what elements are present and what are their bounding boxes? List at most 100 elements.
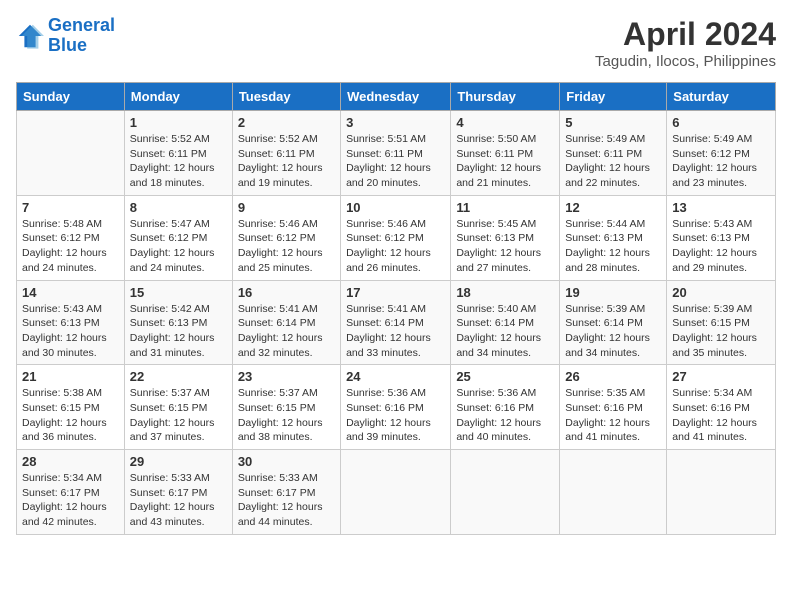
calendar-cell: 23 Sunrise: 5:37 AM Sunset: 6:15 PM Dayli… — [232, 365, 340, 450]
day-info: Sunrise: 5:35 AM Sunset: 6:16 PM Dayligh… — [565, 386, 661, 445]
calendar-cell — [341, 450, 451, 535]
calendar-cell: 1Sunrise: 5:52 AM Sunset: 6:11 PM Daylig… — [124, 111, 232, 196]
day-number: 24 — [346, 369, 445, 384]
calendar-cell — [451, 450, 560, 535]
day-info: Sunrise: 5:33 AM Sunset: 6:17 PM Dayligh… — [238, 471, 335, 530]
calendar-cell: 13 Sunrise: 5:43 AM Sunset: 6:13 PM Dayli… — [667, 195, 776, 280]
calendar-cell: 18 Sunrise: 5:40 AM Sunset: 6:14 PM Dayli… — [451, 280, 560, 365]
calendar-cell: 3 Sunrise: 5:51 AM Sunset: 6:11 PM Daylig… — [341, 111, 451, 196]
day-number: 21 — [22, 369, 119, 384]
day-number: 6 — [672, 115, 770, 130]
day-number: 30 — [238, 454, 335, 469]
day-number: 2 — [238, 115, 335, 130]
day-info: Sunrise: 5:33 AM Sunset: 6:17 PM Dayligh… — [130, 471, 227, 530]
day-info: Sunrise: 5:44 AM Sunset: 6:13 PM Dayligh… — [565, 217, 661, 276]
day-info: Sunrise: 5:36 AM Sunset: 6:16 PM Dayligh… — [456, 386, 554, 445]
day-number: 12 — [565, 200, 661, 215]
calendar-cell: 11 Sunrise: 5:45 AM Sunset: 6:13 PM Dayli… — [451, 195, 560, 280]
day-number: 14 — [22, 285, 119, 300]
day-info: Sunrise: 5:37 AM Sunset: 6:15 PM Dayligh… — [238, 386, 335, 445]
calendar-cell: 4Sunrise: 5:50 AM Sunset: 6:11 PM Daylig… — [451, 111, 560, 196]
day-number: 13 — [672, 200, 770, 215]
day-info: Sunrise: 5:41 AM Sunset: 6:14 PM Dayligh… — [346, 302, 445, 361]
month-title: April 2024 — [595, 16, 776, 53]
calendar-cell: 19 Sunrise: 5:39 AM Sunset: 6:14 PM Dayli… — [560, 280, 667, 365]
weekday-header-saturday: Saturday — [667, 83, 776, 111]
calendar-cell: 9Sunrise: 5:46 AM Sunset: 6:12 PM Daylig… — [232, 195, 340, 280]
day-number: 5 — [565, 115, 661, 130]
day-info: Sunrise: 5:43 AM Sunset: 6:13 PM Dayligh… — [672, 217, 770, 276]
day-info: Sunrise: 5:34 AM Sunset: 6:17 PM Dayligh… — [22, 471, 119, 530]
calendar-cell: 16Sunrise: 5:41 AM Sunset: 6:14 PM Dayli… — [232, 280, 340, 365]
day-info: Sunrise: 5:36 AM Sunset: 6:16 PM Dayligh… — [346, 386, 445, 445]
calendar-cell: 8 Sunrise: 5:47 AM Sunset: 6:12 PM Daylig… — [124, 195, 232, 280]
day-number: 19 — [565, 285, 661, 300]
weekday-header-monday: Monday — [124, 83, 232, 111]
weekday-header-wednesday: Wednesday — [341, 83, 451, 111]
day-number: 7 — [22, 200, 119, 215]
page-header: General Blue April 2024 Tagudin, Ilocos,… — [16, 16, 776, 70]
calendar-cell: 22 Sunrise: 5:37 AM Sunset: 6:15 PM Dayli… — [124, 365, 232, 450]
day-info: Sunrise: 5:34 AM Sunset: 6:16 PM Dayligh… — [672, 386, 770, 445]
day-info: Sunrise: 5:46 AM Sunset: 6:12 PM Dayligh… — [238, 217, 335, 276]
calendar-cell: 27 Sunrise: 5:34 AM Sunset: 6:16 PM Dayli… — [667, 365, 776, 450]
title-block: April 2024 Tagudin, Ilocos, Philippines — [595, 16, 776, 70]
calendar-cell: 10 Sunrise: 5:46 AM Sunset: 6:12 PM Dayli… — [341, 195, 451, 280]
day-info: Sunrise: 5:41 AM Sunset: 6:14 PM Dayligh… — [238, 302, 335, 361]
logo: General Blue — [16, 16, 115, 56]
calendar-cell: 14 Sunrise: 5:43 AM Sunset: 6:13 PM Dayli… — [17, 280, 125, 365]
location: Tagudin, Ilocos, Philippines — [595, 53, 776, 70]
day-number: 3 — [346, 115, 445, 130]
day-info: Sunrise: 5:49 AM Sunset: 6:11 PM Dayligh… — [565, 132, 661, 191]
day-info: Sunrise: 5:52 AM Sunset: 6:11 PM Dayligh… — [130, 132, 227, 191]
day-number: 23 — [238, 369, 335, 384]
calendar-cell: 25Sunrise: 5:36 AM Sunset: 6:16 PM Dayli… — [451, 365, 560, 450]
calendar-cell: 28 Sunrise: 5:34 AM Sunset: 6:17 PM Dayli… — [17, 450, 125, 535]
weekday-header-thursday: Thursday — [451, 83, 560, 111]
calendar-cell: 12 Sunrise: 5:44 AM Sunset: 6:13 PM Dayli… — [560, 195, 667, 280]
week-row-4: 21 Sunrise: 5:38 AM Sunset: 6:15 PM Dayli… — [17, 365, 776, 450]
day-info: Sunrise: 5:46 AM Sunset: 6:12 PM Dayligh… — [346, 217, 445, 276]
calendar-cell: 17 Sunrise: 5:41 AM Sunset: 6:14 PM Dayli… — [341, 280, 451, 365]
day-number: 26 — [565, 369, 661, 384]
day-info: Sunrise: 5:42 AM Sunset: 6:13 PM Dayligh… — [130, 302, 227, 361]
calendar-cell: 21 Sunrise: 5:38 AM Sunset: 6:15 PM Dayli… — [17, 365, 125, 450]
logo-line1: General — [48, 15, 115, 35]
weekday-header-sunday: Sunday — [17, 83, 125, 111]
day-number: 27 — [672, 369, 770, 384]
day-number: 17 — [346, 285, 445, 300]
calendar-table: SundayMondayTuesdayWednesdayThursdayFrid… — [16, 82, 776, 535]
day-number: 11 — [456, 200, 554, 215]
day-number: 4 — [456, 115, 554, 130]
calendar-cell: 6 Sunrise: 5:49 AM Sunset: 6:12 PM Daylig… — [667, 111, 776, 196]
day-info: Sunrise: 5:39 AM Sunset: 6:15 PM Dayligh… — [672, 302, 770, 361]
day-info: Sunrise: 5:37 AM Sunset: 6:15 PM Dayligh… — [130, 386, 227, 445]
day-info: Sunrise: 5:40 AM Sunset: 6:14 PM Dayligh… — [456, 302, 554, 361]
day-number: 18 — [456, 285, 554, 300]
day-number: 10 — [346, 200, 445, 215]
week-row-2: 7Sunrise: 5:48 AM Sunset: 6:12 PM Daylig… — [17, 195, 776, 280]
calendar-cell: 29 Sunrise: 5:33 AM Sunset: 6:17 PM Dayli… — [124, 450, 232, 535]
day-number: 28 — [22, 454, 119, 469]
week-row-5: 28 Sunrise: 5:34 AM Sunset: 6:17 PM Dayli… — [17, 450, 776, 535]
day-info: Sunrise: 5:38 AM Sunset: 6:15 PM Dayligh… — [22, 386, 119, 445]
calendar-cell — [560, 450, 667, 535]
calendar-cell: 20Sunrise: 5:39 AM Sunset: 6:15 PM Dayli… — [667, 280, 776, 365]
day-info: Sunrise: 5:51 AM Sunset: 6:11 PM Dayligh… — [346, 132, 445, 191]
day-number: 29 — [130, 454, 227, 469]
calendar-cell: 7Sunrise: 5:48 AM Sunset: 6:12 PM Daylig… — [17, 195, 125, 280]
day-info: Sunrise: 5:47 AM Sunset: 6:12 PM Dayligh… — [130, 217, 227, 276]
day-number: 8 — [130, 200, 227, 215]
calendar-cell: 2Sunrise: 5:52 AM Sunset: 6:11 PM Daylig… — [232, 111, 340, 196]
calendar-cell — [17, 111, 125, 196]
logo-text: General Blue — [48, 16, 115, 56]
day-info: Sunrise: 5:45 AM Sunset: 6:13 PM Dayligh… — [456, 217, 554, 276]
day-number: 15 — [130, 285, 227, 300]
week-row-1: 1Sunrise: 5:52 AM Sunset: 6:11 PM Daylig… — [17, 111, 776, 196]
day-info: Sunrise: 5:43 AM Sunset: 6:13 PM Dayligh… — [22, 302, 119, 361]
weekday-header-friday: Friday — [560, 83, 667, 111]
calendar-cell: 30 Sunrise: 5:33 AM Sunset: 6:17 PM Dayli… — [232, 450, 340, 535]
day-info: Sunrise: 5:49 AM Sunset: 6:12 PM Dayligh… — [672, 132, 770, 191]
day-number: 22 — [130, 369, 227, 384]
day-info: Sunrise: 5:39 AM Sunset: 6:14 PM Dayligh… — [565, 302, 661, 361]
